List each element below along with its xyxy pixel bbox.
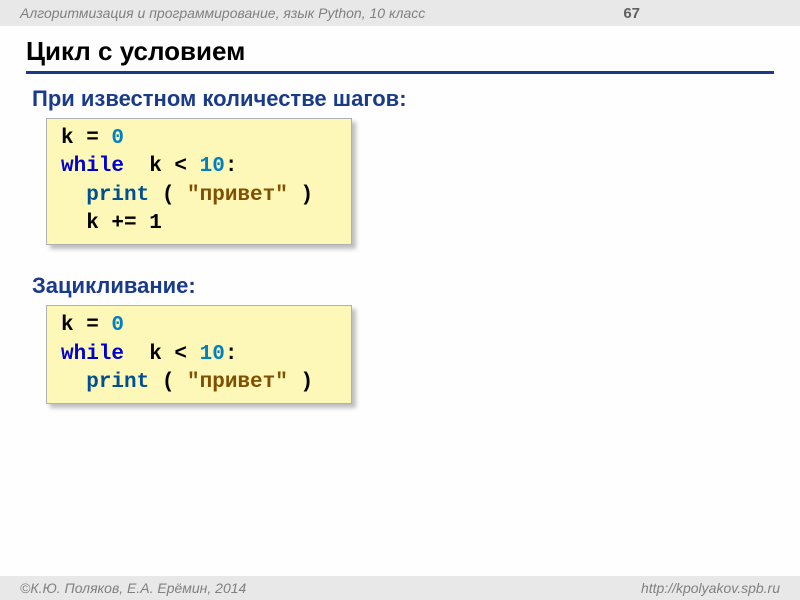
code-string: "привет"	[187, 371, 288, 394]
section1-heading: При известном количестве шагов:	[32, 86, 774, 112]
code-number: 10	[200, 155, 225, 178]
code-text	[61, 371, 86, 394]
code-number: 0	[111, 314, 124, 337]
code-block-1: k = 0 while k < 10: print ( "привет" ) k…	[46, 118, 352, 245]
code-text: (	[149, 371, 187, 394]
page-number: 67	[623, 5, 640, 22]
authors: ©К.Ю. Поляков, Е.А. Ерёмин, 2014	[20, 580, 246, 596]
code-number: 10	[200, 343, 225, 366]
code-text: )	[288, 371, 313, 394]
code-text: )	[288, 184, 313, 207]
course-title: Алгоритмизация и программирование, язык …	[20, 5, 425, 21]
code-keyword: while	[61, 343, 124, 366]
code-number: 0	[111, 127, 124, 150]
code-string: "привет"	[187, 184, 288, 207]
footer-url: http://kpolyakov.spb.ru	[641, 580, 780, 596]
section2-heading: Зацикливание:	[32, 273, 774, 299]
code-keyword: while	[61, 155, 124, 178]
code-function: print	[86, 184, 149, 207]
code-text: k += 1	[61, 212, 162, 235]
code-block-1-wrap: k = 0 while k < 10: print ( "привет" ) k…	[46, 118, 352, 245]
code-block-2-wrap: k = 0 while k < 10: print ( "привет" )	[46, 305, 352, 404]
code-text: (	[149, 184, 187, 207]
code-text: k =	[61, 314, 111, 337]
code-block-2: k = 0 while k < 10: print ( "привет" )	[46, 305, 352, 404]
code-text: k <	[124, 155, 200, 178]
code-text: :	[225, 343, 238, 366]
code-text: k =	[61, 127, 111, 150]
header-bar: Алгоритмизация и программирование, язык …	[0, 0, 800, 26]
code-text: :	[225, 155, 238, 178]
slide-content: Цикл с условием При известном количестве…	[0, 26, 800, 420]
code-function: print	[86, 371, 149, 394]
code-text: k <	[124, 343, 200, 366]
slide-title: Цикл с условием	[26, 36, 774, 74]
code-text	[61, 184, 86, 207]
footer-bar: ©К.Ю. Поляков, Е.А. Ерёмин, 2014 http://…	[0, 576, 800, 600]
